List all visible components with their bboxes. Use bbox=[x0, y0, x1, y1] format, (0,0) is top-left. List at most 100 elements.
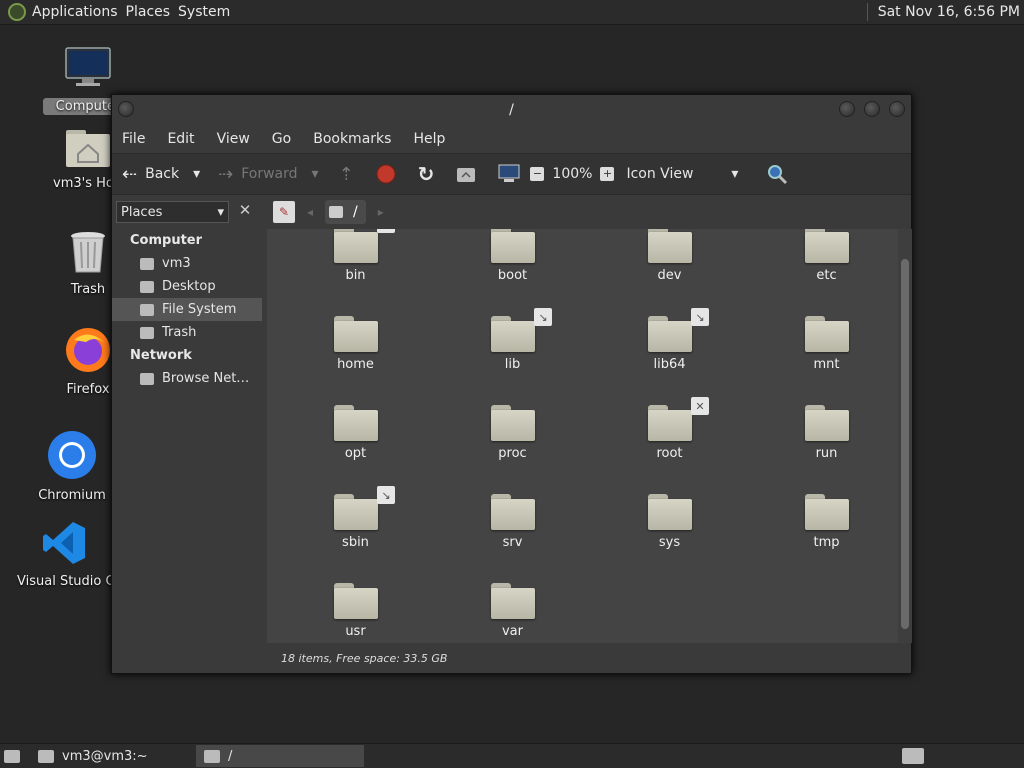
search-icon[interactable] bbox=[766, 163, 788, 185]
menu-places[interactable]: Places bbox=[126, 4, 179, 20]
zoom-out-icon[interactable]: − bbox=[530, 167, 545, 181]
view-mode-select[interactable]: Icon View ▾ bbox=[626, 166, 738, 182]
file-name: usr bbox=[345, 624, 366, 639]
close-button[interactable] bbox=[889, 101, 905, 117]
titlebar[interactable]: / bbox=[112, 95, 911, 125]
menu-go[interactable]: Go bbox=[272, 131, 291, 147]
menu-system[interactable]: System bbox=[178, 4, 238, 20]
file-item[interactable]: run bbox=[748, 401, 905, 490]
symlink-emblem-icon: ↘ bbox=[377, 486, 395, 504]
file-item[interactable]: proc bbox=[434, 401, 591, 490]
folder-icon bbox=[333, 229, 378, 263]
zoom-level: 100% bbox=[552, 166, 593, 182]
folder-icon bbox=[647, 405, 692, 441]
taskbar-item-file-manager[interactable]: / bbox=[196, 745, 364, 767]
file-item[interactable]: ✕ root bbox=[591, 397, 748, 490]
folder-icon bbox=[804, 405, 849, 441]
file-item[interactable]: home bbox=[277, 312, 434, 401]
file-item[interactable]: ↘ bin bbox=[277, 229, 434, 312]
file-name: sys bbox=[658, 535, 681, 550]
folder-icon bbox=[333, 405, 378, 441]
folder-icon bbox=[490, 229, 535, 263]
file-name: run bbox=[815, 446, 838, 461]
desktop-icon-chromium[interactable]: Chromium bbox=[27, 430, 117, 503]
file-item[interactable]: var bbox=[434, 579, 591, 643]
computer-icon bbox=[65, 47, 111, 86]
menu-edit[interactable]: Edit bbox=[167, 131, 194, 147]
file-name: opt bbox=[344, 446, 367, 461]
chromium-icon bbox=[48, 431, 96, 479]
back-history-dropdown[interactable]: ▾ bbox=[193, 166, 200, 182]
file-name: var bbox=[501, 624, 523, 639]
stop-icon[interactable] bbox=[376, 164, 396, 184]
file-item[interactable]: ↘ lib64 bbox=[591, 308, 748, 401]
file-name: lib64 bbox=[653, 357, 686, 372]
file-item[interactable]: mnt bbox=[748, 312, 905, 401]
menu-bookmarks[interactable]: Bookmarks bbox=[313, 131, 391, 147]
no-access-emblem-icon: ✕ bbox=[691, 397, 709, 415]
folder-icon bbox=[804, 316, 849, 352]
show-desktop-icon[interactable] bbox=[0, 745, 26, 767]
forward-button[interactable]: ⇢ Forward bbox=[218, 164, 297, 185]
clock[interactable]: Sat Nov 16, 6:56 PM bbox=[878, 4, 1020, 20]
minimize-button[interactable] bbox=[839, 101, 855, 117]
sidebar-item-label: Browse Net… bbox=[162, 371, 250, 386]
sidebar-item-label: Desktop bbox=[162, 279, 216, 294]
menu-logo-icon[interactable] bbox=[8, 3, 26, 21]
desktop-icon-vscode[interactable]: Visual Studio Code bbox=[17, 520, 111, 589]
file-item[interactable]: opt bbox=[277, 401, 434, 490]
file-manager-window: / File Edit View Go Bookmarks Help ⇠ Bac… bbox=[111, 94, 912, 674]
back-button[interactable]: ⇠ Back bbox=[122, 164, 179, 185]
file-item[interactable]: sys bbox=[591, 490, 748, 579]
file-item[interactable]: usr bbox=[277, 579, 434, 643]
main-pane: ✎ ◂ / ▸ ↘ bin boot dev etc home ↘ lib ↘ lib64 mnt o… bbox=[267, 195, 912, 673]
terminal-icon bbox=[38, 749, 54, 763]
zoom-in-icon[interactable]: + bbox=[600, 167, 615, 181]
places-selector[interactable]: Places ▾ bbox=[116, 201, 229, 223]
taskbar-item-terminal[interactable]: vm3@vm3:~ bbox=[30, 745, 190, 767]
chevron-down-icon: ▾ bbox=[731, 166, 739, 182]
icon-view[interactable]: ↘ bin boot dev etc home ↘ lib ↘ lib64 mnt opt proc ✕ r… bbox=[267, 229, 912, 643]
menu-applications[interactable]: Applications bbox=[32, 4, 126, 20]
close-sidebar-icon[interactable]: ✕ bbox=[235, 201, 255, 223]
home-icon[interactable] bbox=[456, 165, 476, 183]
file-name: mnt bbox=[813, 357, 840, 372]
file-item[interactable]: etc bbox=[748, 229, 905, 312]
scrollbar-thumb[interactable] bbox=[901, 259, 909, 629]
up-arrow-icon[interactable]: ⇡ bbox=[339, 164, 354, 185]
file-item[interactable]: ↘ sbin bbox=[277, 486, 434, 579]
reload-icon[interactable]: ↻ bbox=[418, 162, 435, 186]
file-name: srv bbox=[502, 535, 523, 550]
window-menu-button[interactable] bbox=[118, 101, 134, 117]
trash-icon bbox=[140, 326, 154, 339]
window-title: / bbox=[509, 102, 514, 118]
file-item[interactable]: boot bbox=[434, 229, 591, 312]
file-name: boot bbox=[497, 268, 528, 283]
file-grid: ↘ bin boot dev etc home ↘ lib ↘ lib64 mnt opt proc ✕ r… bbox=[277, 229, 905, 643]
menu-help[interactable]: Help bbox=[413, 131, 445, 147]
menu-view[interactable]: View bbox=[217, 131, 250, 147]
maximize-button[interactable] bbox=[864, 101, 880, 117]
sidebar-item-desktop[interactable]: Desktop bbox=[112, 275, 262, 298]
path-segment-root[interactable]: / bbox=[325, 200, 366, 224]
sidebar-item-vm3[interactable]: vm3 bbox=[112, 252, 262, 275]
file-item[interactable]: ↘ lib bbox=[434, 308, 591, 401]
sidebar-item-trash[interactable]: Trash bbox=[112, 321, 262, 344]
file-item[interactable]: dev bbox=[591, 229, 748, 312]
sidebar-item-browse-network[interactable]: Browse Net… bbox=[112, 367, 262, 390]
symlink-emblem-icon: ↘ bbox=[377, 229, 395, 233]
computer-icon[interactable] bbox=[498, 164, 520, 184]
edit-path-icon[interactable]: ✎ bbox=[273, 201, 295, 223]
symlink-emblem-icon: ↘ bbox=[691, 308, 709, 326]
path-left-arrow-icon[interactable]: ◂ bbox=[307, 205, 313, 219]
path-right-arrow-icon[interactable]: ▸ bbox=[378, 205, 384, 219]
file-item[interactable]: tmp bbox=[748, 490, 905, 579]
folder-icon bbox=[333, 316, 378, 352]
sidebar-item-file-system[interactable]: File System bbox=[112, 298, 262, 321]
file-item[interactable]: srv bbox=[434, 490, 591, 579]
workspace-switcher[interactable] bbox=[894, 745, 932, 767]
menu-file[interactable]: File bbox=[122, 131, 145, 147]
scrollbar[interactable] bbox=[898, 229, 912, 643]
forward-history-dropdown[interactable]: ▾ bbox=[312, 166, 319, 182]
folder-icon bbox=[204, 749, 220, 763]
